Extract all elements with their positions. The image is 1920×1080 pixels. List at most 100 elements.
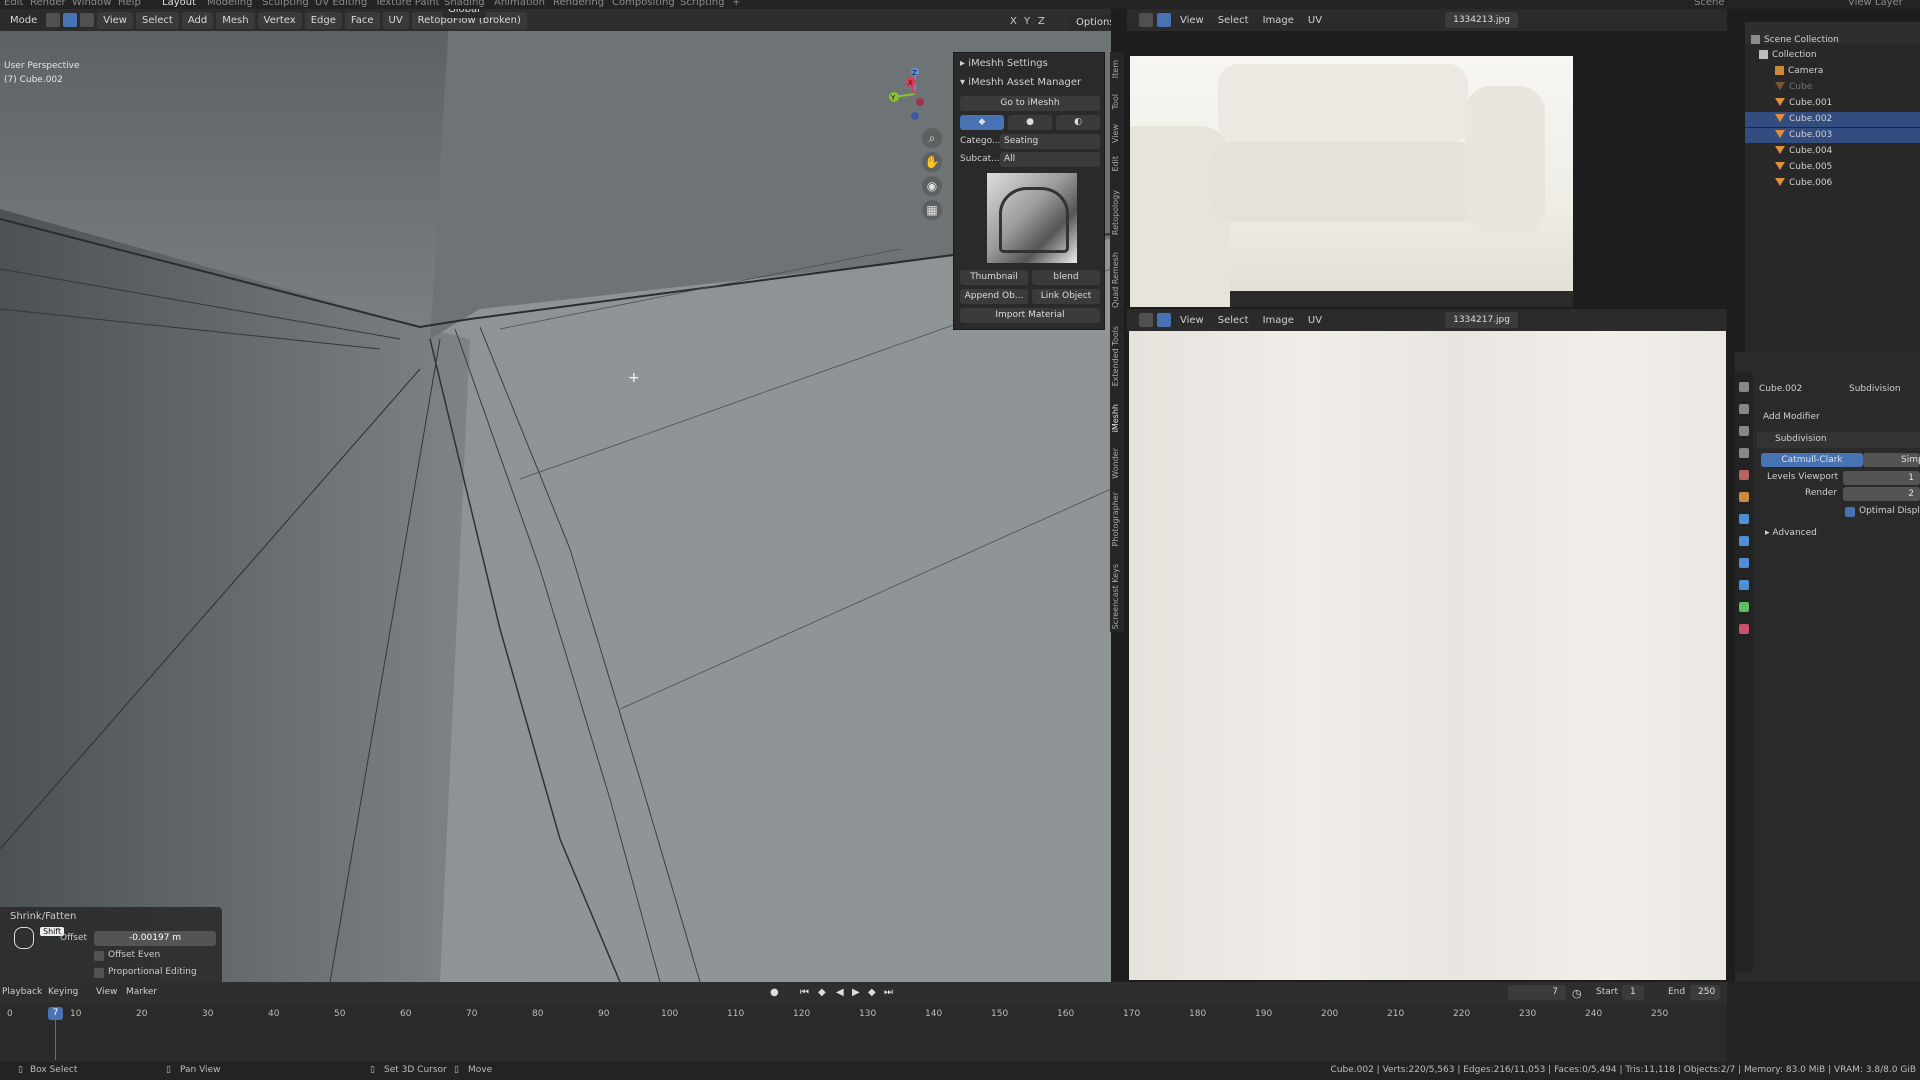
go-to-imeshh-button[interactable]: Go to iMeshh [960,96,1100,111]
menu-help[interactable]: Help [118,0,141,8]
menu-add[interactable]: Add [181,11,214,29]
image-menu-select[interactable]: Select [1218,315,1249,326]
image-menu-uv[interactable]: UV [1308,315,1322,326]
image-menu-image[interactable]: Image [1263,315,1294,326]
keying-menu[interactable]: Keying [48,987,78,997]
render-tab-icon[interactable] [1739,404,1749,414]
edge-select-mode-icon[interactable] [63,13,78,27]
options-menu[interactable]: Options [1070,14,1111,31]
outliner-item-cube-006[interactable]: Cube.006 [1745,176,1920,191]
image-menu-view[interactable]: View [1180,15,1204,26]
sidebar-tab-photographer[interactable]: Photographer [1111,492,1123,546]
sidebar-tab-item[interactable]: Item [1111,60,1123,78]
category-select[interactable]: Seating [1000,134,1100,149]
simple-button[interactable]: Simple [1863,453,1920,467]
scene-label[interactable]: Scene [1694,0,1725,8]
sidebar-tab-screencast-keys[interactable]: Screencast Keys [1111,564,1123,629]
transform-orientation-select[interactable]: Global [442,9,486,18]
3d-viewport[interactable]: Mode View Select Add Mesh Vertex Edge Fa… [0,9,1111,982]
optimal-display-checkbox[interactable] [1845,507,1855,517]
sidebar-tab-wonder[interactable]: Wonder [1111,448,1123,479]
tab-animation[interactable]: Animation [494,0,545,8]
scene-tab-icon[interactable] [1739,470,1749,480]
image-filename-field[interactable]: 1334217.jpg [1445,312,1518,328]
particles-tab-icon[interactable] [1739,536,1749,546]
marker-menu[interactable]: Marker [126,987,157,997]
subcategory-select[interactable]: All [1000,152,1100,167]
material-tab-icon[interactable] [1739,624,1749,634]
tab-compositing[interactable]: Compositing [612,0,675,8]
sidebar-tab-tool[interactable]: Tool [1111,94,1123,110]
materials-tab-icon[interactable]: ● [1008,115,1052,130]
outliner-item-cube[interactable]: Cube [1745,80,1920,95]
outliner-item-cube-001[interactable]: Cube.001 [1745,96,1920,111]
timeline[interactable]: Playback Keying View Marker ● ⏮ ◆ ◀ ▶ ◆ … [0,982,1727,1062]
current-frame-indicator[interactable]: 7 [48,1007,63,1020]
menu-window[interactable]: Window [72,0,111,8]
menu-select[interactable]: Select [135,11,179,29]
tab-layout[interactable]: Layout [162,0,196,8]
output-tab-icon[interactable] [1739,426,1749,436]
play-reverse-icon[interactable]: ◀ [836,987,844,998]
image-menu-image[interactable]: Image [1263,15,1294,26]
play-icon[interactable]: ▶ [852,987,860,998]
image-menu-uv[interactable]: UV [1308,15,1322,26]
image-view-mode-icon[interactable] [1157,313,1171,327]
editor-type-icon[interactable] [1139,13,1153,27]
menu-edge[interactable]: Edge [304,11,342,29]
offset-field[interactable]: -0.00197 m [94,931,216,946]
image-menu-view[interactable]: View [1180,315,1204,326]
tab-uv-editing[interactable]: UV Editing [315,0,367,8]
prev-keyframe-icon[interactable]: ◆ [818,987,826,998]
outliner-scene-collection[interactable]: Scene Collection [1745,33,1920,48]
start-frame-field[interactable]: 1 [1622,985,1644,1000]
imeshh-settings-header[interactable]: ▸ iMeshh Settings [954,55,1106,72]
sidebar-tab-imeshh[interactable]: iMeshh [1111,404,1123,432]
modifier-name-field[interactable]: Subdivision [1775,434,1827,444]
asset-thumbnail[interactable] [987,173,1077,263]
current-frame-field[interactable]: 7 [1508,985,1566,1000]
image-menu-select[interactable]: Select [1218,15,1249,26]
menu-render[interactable]: Render [30,0,66,8]
image-view-mode-icon[interactable] [1157,13,1171,27]
constraints-tab-icon[interactable] [1739,580,1749,590]
grid-view-icon[interactable]: ▦ [922,200,942,220]
outliner-item-camera[interactable]: Camera [1745,64,1920,79]
thumbnail-button[interactable]: Thumbnail [960,270,1028,285]
view-layer-tab-icon[interactable] [1739,448,1749,458]
outliner-item-cube-003[interactable]: Cube.003 [1745,128,1920,143]
render-levels-field[interactable]: 2 [1843,487,1920,501]
camera-view-icon[interactable]: ◉ [922,176,942,196]
record-icon[interactable]: ● [770,987,779,998]
object-tab-icon[interactable] [1739,492,1749,502]
hdri-tab-icon[interactable]: ◐ [1056,115,1100,130]
sidebar-tab-quad-remesh[interactable]: Quad Remesh [1111,252,1123,308]
sidebar-tab-edit[interactable]: Edit [1111,156,1123,172]
tab-rendering[interactable]: Rendering [553,0,604,8]
redo-panel[interactable]: Shrink/Fatten Shift Offset -0.00197 m Of… [0,907,222,982]
menu-face[interactable]: Face [344,11,380,29]
menu-view[interactable]: View [97,11,133,29]
blend-button[interactable]: blend [1032,270,1100,285]
modifier-wrench-icon[interactable] [1739,514,1749,524]
redo-panel-title[interactable]: Shrink/Fatten [10,911,76,922]
menu-edit[interactable]: Edit [4,0,23,8]
import-material-button[interactable]: Import Material [960,308,1100,323]
outliner-collection[interactable]: Collection [1745,48,1920,63]
image-filename-field[interactable]: 1334213.jpg [1445,12,1518,28]
catmull-clark-button[interactable]: Catmull-Clark [1761,453,1863,467]
end-frame-field[interactable]: 250 [1690,985,1720,1000]
outliner-item-cube-004[interactable]: Cube.004 [1745,144,1920,159]
outliner-item-cube-005[interactable]: Cube.005 [1745,160,1920,175]
mirror-x-toggle[interactable]: X [1010,16,1017,27]
advanced-panel-header[interactable]: ▸ Advanced [1765,528,1817,538]
playback-menu[interactable]: Playback [2,987,42,997]
models-tab-icon[interactable]: ◆ [960,115,1004,130]
sidebar-tab-extended-tools[interactable]: Extended Tools [1111,326,1123,386]
vertex-select-mode-icon[interactable] [46,13,61,27]
face-select-mode-icon[interactable] [80,13,95,27]
proportional-editing-checkbox[interactable] [94,968,104,978]
menu-mesh[interactable]: Mesh [216,11,255,29]
outliner[interactable]: Scene Collection Collection Camera Cube … [1745,22,1920,352]
offset-even-checkbox[interactable] [94,951,104,961]
